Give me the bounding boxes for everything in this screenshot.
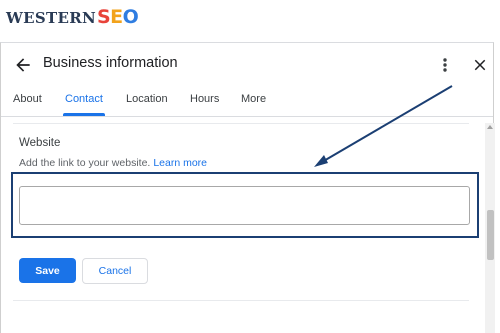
arrow-left-icon[interactable]	[13, 55, 33, 75]
website-section-label: Website	[19, 137, 61, 149]
close-icon[interactable]	[471, 56, 489, 74]
tab-more[interactable]: More	[241, 93, 266, 105]
more-vert-icon[interactable]	[437, 55, 453, 75]
tab-bar: About Contact Location Hours More	[1, 93, 493, 115]
website-help-text: Add the link to your website. Learn more	[19, 157, 207, 169]
section-divider-top	[13, 123, 469, 124]
page-title: Business information	[43, 55, 178, 71]
save-button[interactable]: Save	[19, 258, 76, 283]
scroll-up-arrow-icon[interactable]	[487, 125, 493, 129]
learn-more-link[interactable]: Learn more	[153, 157, 207, 169]
logo-seo-text: SEO	[96, 6, 139, 28]
tab-contact[interactable]: Contact	[65, 93, 103, 105]
scrollbar-thumb[interactable]	[487, 210, 494, 260]
tab-about[interactable]: About	[13, 93, 42, 105]
tab-hours[interactable]: Hours	[190, 93, 219, 105]
tabs-divider	[1, 116, 493, 117]
brand-logo: WESTERN SEO	[6, 6, 139, 28]
website-input[interactable]	[19, 186, 470, 225]
section-divider-bottom	[13, 300, 469, 301]
cancel-button[interactable]: Cancel	[82, 258, 148, 284]
logo-letter-e: E	[110, 6, 123, 28]
tab-location[interactable]: Location	[126, 93, 168, 105]
logo-text: WESTERN	[6, 9, 96, 27]
business-info-panel: Business information About Contact Locat…	[0, 42, 495, 333]
logo-letter-s: S	[96, 6, 111, 28]
help-text: Add the link to your website.	[19, 157, 151, 169]
logo-letter-o: O	[122, 6, 139, 28]
